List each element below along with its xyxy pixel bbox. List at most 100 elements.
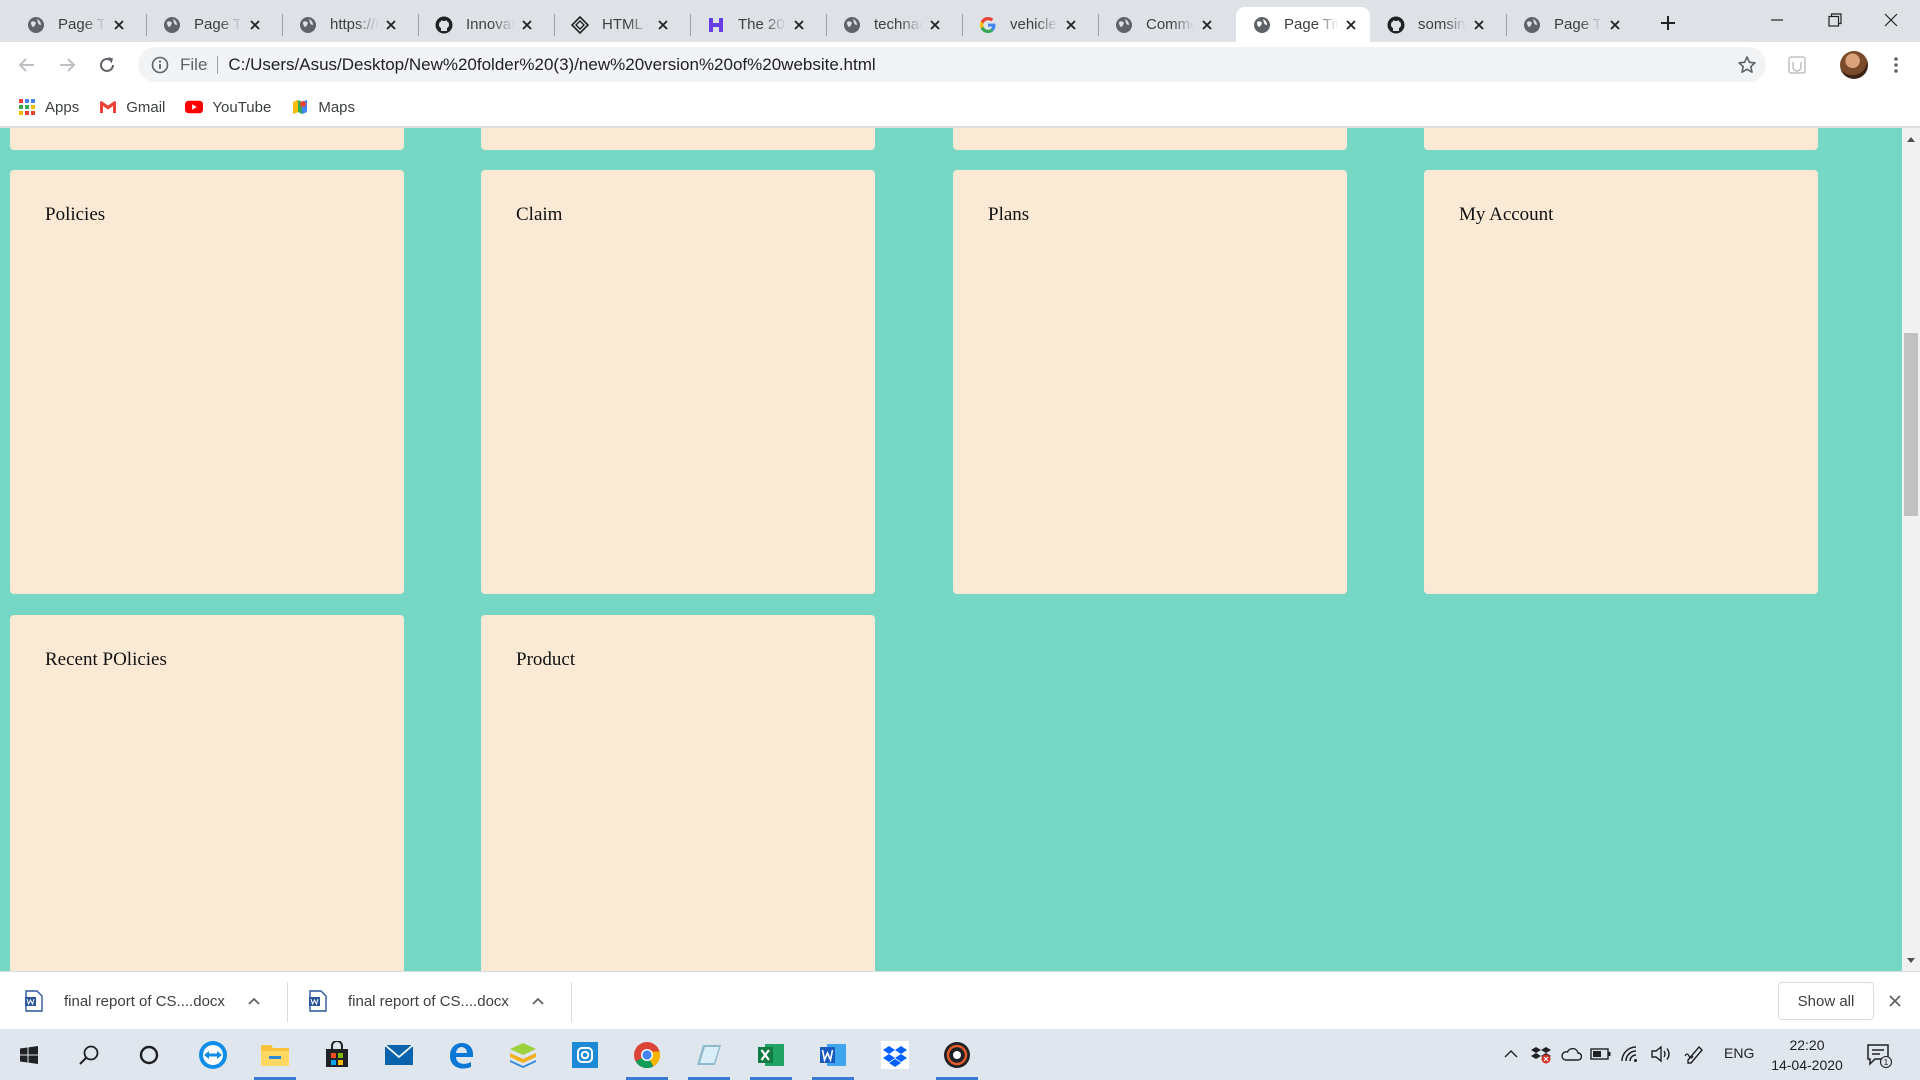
start-icon[interactable] <box>4 1029 54 1080</box>
notification-icon[interactable]: 1 <box>1866 1042 1892 1068</box>
close-icon[interactable] <box>1884 990 1906 1012</box>
close-icon[interactable] <box>518 16 536 34</box>
close-icon[interactable] <box>246 16 264 34</box>
search-icon[interactable] <box>64 1029 114 1080</box>
vertical-scrollbar[interactable] <box>1902 128 1920 971</box>
chevron-up-icon[interactable] <box>244 991 264 1011</box>
browser-tab[interactable]: Page Title <box>10 7 138 42</box>
extension-icon[interactable] <box>1786 54 1808 76</box>
star-icon[interactable] <box>1736 54 1758 76</box>
close-icon[interactable] <box>1342 16 1360 34</box>
browser-toolbar: File C:/Users/Asus/Desktop/New%20folder%… <box>0 42 1920 88</box>
clock-time: 22:20 <box>1789 1037 1825 1053</box>
bookmark-gmail[interactable]: Gmail <box>99 98 165 116</box>
close-icon[interactable] <box>1470 16 1488 34</box>
card-policies[interactable]: Policies <box>10 170 404 594</box>
store-icon[interactable] <box>312 1029 362 1080</box>
close-icon[interactable] <box>654 16 672 34</box>
tab-title: somsing <box>1418 16 1466 33</box>
media-player-icon[interactable] <box>932 1029 982 1080</box>
dropbox-sync-icon[interactable] <box>1530 1043 1552 1065</box>
minimize-button[interactable] <box>1748 0 1806 40</box>
h-logo-icon <box>706 15 726 35</box>
card-my-account[interactable]: My Account <box>1424 170 1818 594</box>
reload-button[interactable] <box>91 49 123 81</box>
browser-tab[interactable]: somsing <box>1370 7 1498 42</box>
card-title: Policies <box>45 204 106 225</box>
onedrive-icon[interactable] <box>1560 1043 1582 1065</box>
show-all-button[interactable]: Show all <box>1778 982 1874 1020</box>
scrollbar-thumb[interactable] <box>1904 333 1918 516</box>
github-icon <box>1386 15 1406 35</box>
restore-button[interactable] <box>1806 0 1864 40</box>
tab-title: technad <box>874 16 922 33</box>
notification-count: 1 <box>1884 1057 1889 1067</box>
card-plans[interactable]: Plans <box>953 170 1347 594</box>
volume-icon[interactable] <box>1650 1043 1672 1065</box>
wifi-icon[interactable] <box>1620 1043 1642 1065</box>
tab-title: Page Tit <box>1284 16 1338 33</box>
close-icon[interactable] <box>1062 16 1080 34</box>
browser-tab[interactable]: Page Tit <box>1506 7 1634 42</box>
download-item[interactable]: final report of CS....docx <box>24 972 264 1030</box>
bluestacks-icon[interactable] <box>498 1029 548 1080</box>
page-viewport: Policies Claim Plans My Account Recent P… <box>0 128 1902 971</box>
new-tab-button[interactable] <box>1654 9 1682 37</box>
excel-icon[interactable] <box>746 1029 796 1080</box>
download-shelf: final report of CS....docx final report … <box>0 971 1920 1029</box>
bookmark-youtube[interactable]: YouTube <box>185 98 271 116</box>
cortana-icon[interactable] <box>124 1029 174 1080</box>
info-icon[interactable] <box>150 55 170 75</box>
download-item[interactable]: final report of CS....docx <box>308 972 548 1030</box>
download-filename: final report of CS....docx <box>348 992 509 1010</box>
card-product[interactable]: Product <box>481 615 875 971</box>
more-menu-icon[interactable] <box>1882 51 1910 79</box>
url-text[interactable]: C:/Users/Asus/Desktop/New%20folder%20(3)… <box>228 55 875 75</box>
file-explorer-icon[interactable] <box>250 1029 300 1080</box>
close-icon[interactable] <box>382 16 400 34</box>
close-icon[interactable] <box>790 16 808 34</box>
browser-tab[interactable]: HTML - <box>554 7 682 42</box>
scroll-up-icon[interactable] <box>1902 130 1920 147</box>
browser-tab[interactable]: vehicle i <box>962 7 1090 42</box>
bookmark-apps[interactable]: Apps <box>18 98 79 116</box>
chevron-up-icon[interactable] <box>528 991 548 1011</box>
word-icon[interactable] <box>808 1029 858 1080</box>
language-indicator[interactable]: ENG <box>1724 1045 1754 1061</box>
card[interactable] <box>481 128 875 150</box>
back-button[interactable] <box>11 49 43 81</box>
browser-tab[interactable]: Page Title <box>146 7 274 42</box>
dropbox-icon[interactable] <box>870 1029 920 1080</box>
card-claim[interactable]: Claim <box>481 170 875 594</box>
browser-tab-active[interactable]: Page Tit <box>1236 7 1370 42</box>
close-icon[interactable] <box>1606 16 1624 34</box>
card-recent-policies[interactable]: Recent POlicies <box>10 615 404 971</box>
card[interactable] <box>1424 128 1818 150</box>
forward-button[interactable] <box>51 49 83 81</box>
close-window-button[interactable] <box>1862 0 1920 40</box>
close-icon[interactable] <box>110 16 128 34</box>
profile-avatar[interactable] <box>1840 51 1868 79</box>
address-bar[interactable]: File C:/Users/Asus/Desktop/New%20folder%… <box>138 47 1766 82</box>
card[interactable] <box>10 128 404 150</box>
teamviewer-icon[interactable] <box>188 1029 238 1080</box>
close-icon[interactable] <box>926 16 944 34</box>
chevron-up-icon[interactable] <box>1500 1043 1522 1065</box>
mail-icon[interactable] <box>374 1029 424 1080</box>
pen-icon[interactable] <box>1684 1043 1706 1065</box>
clock[interactable]: 22:20 14-04-2020 <box>1762 1035 1852 1075</box>
notes-icon[interactable] <box>684 1029 734 1080</box>
card[interactable] <box>953 128 1347 150</box>
close-icon[interactable] <box>1198 16 1216 34</box>
chrome-icon[interactable] <box>622 1029 672 1080</box>
browser-tab[interactable]: Commer <box>1098 7 1226 42</box>
edge-icon[interactable] <box>436 1029 486 1080</box>
browser-tab[interactable]: https://n <box>282 7 410 42</box>
bookmark-maps[interactable]: Maps <box>291 98 355 116</box>
browser-tab[interactable]: technad <box>826 7 954 42</box>
browser-tab[interactable]: The 20 B <box>690 7 818 42</box>
scroll-down-icon[interactable] <box>1902 952 1920 969</box>
instagram-icon[interactable] <box>560 1029 610 1080</box>
browser-tab[interactable]: Innovato <box>418 7 546 42</box>
battery-icon[interactable] <box>1590 1043 1612 1065</box>
